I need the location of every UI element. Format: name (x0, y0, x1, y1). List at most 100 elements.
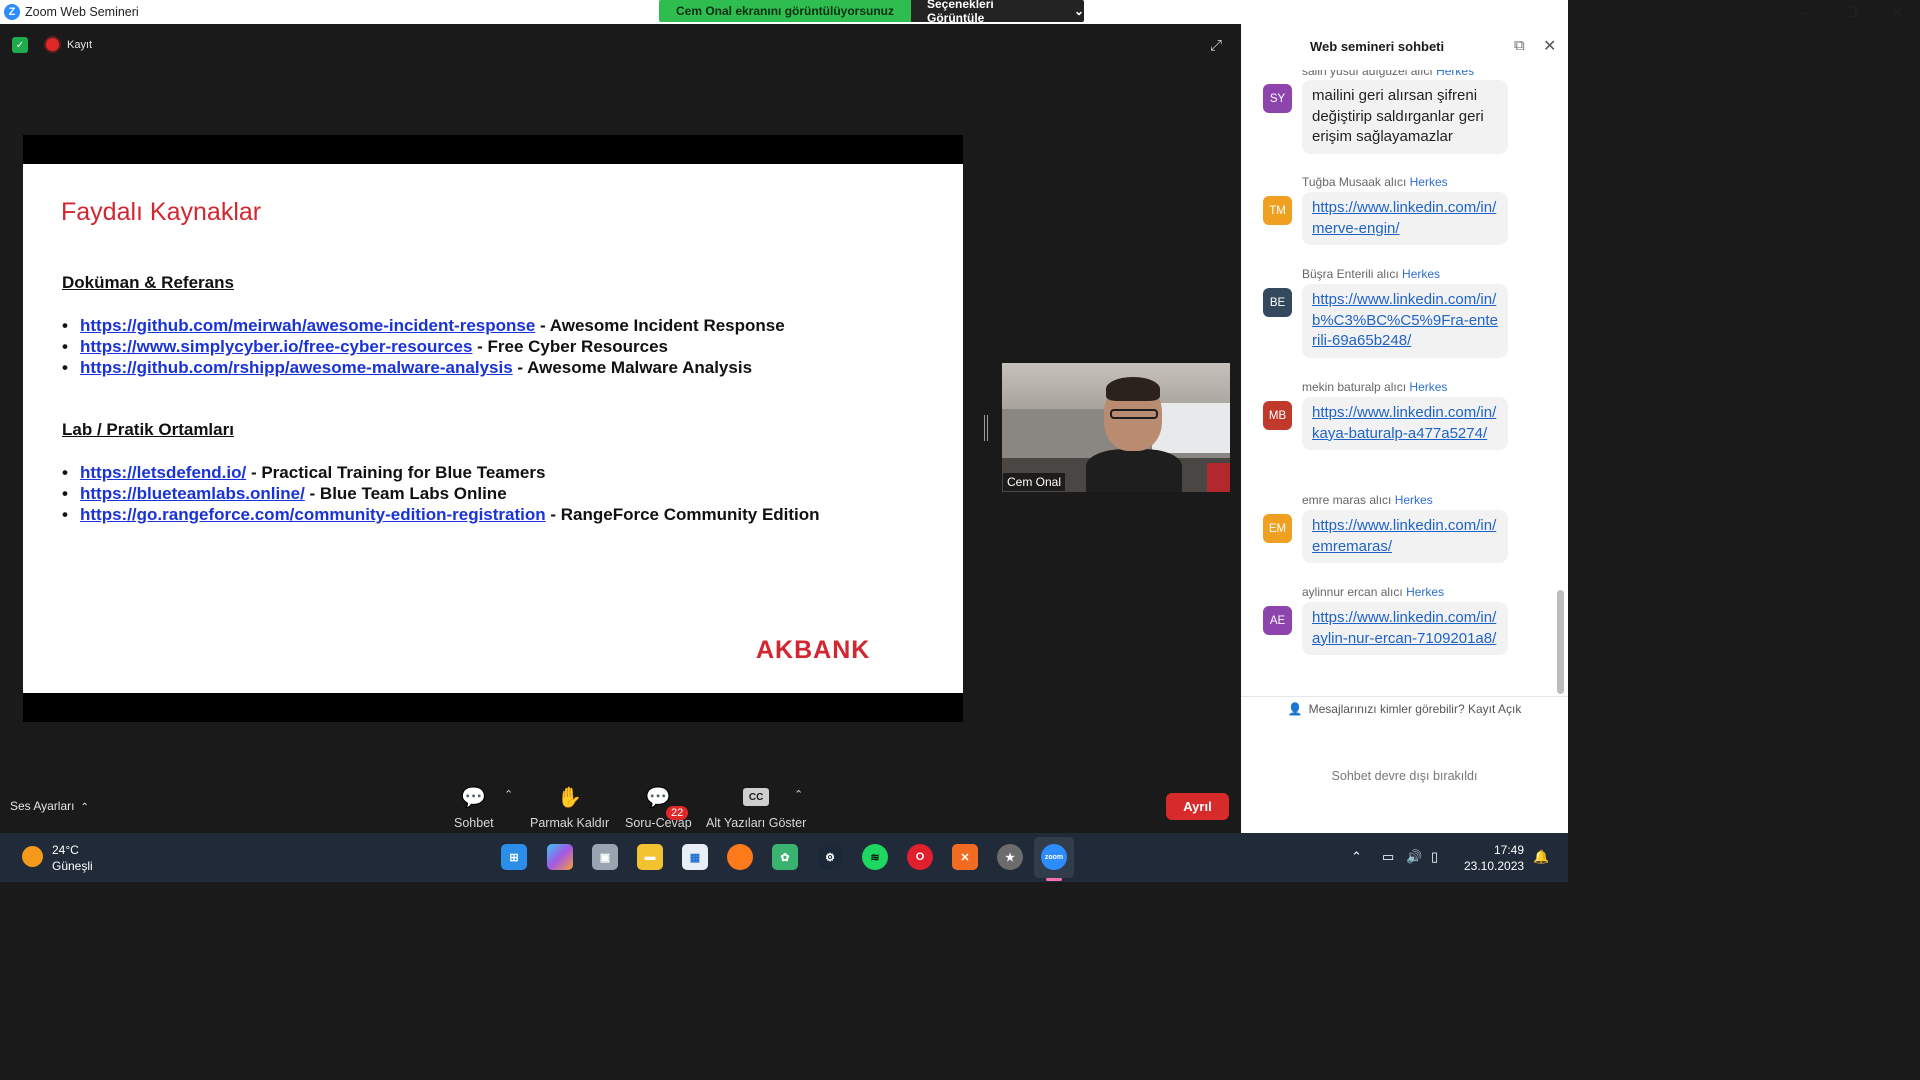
notification-bell-icon[interactable]: 🔔 (1533, 849, 1549, 865)
view-options-button[interactable]: Seçenekleri Görüntüle ⌄ (911, 0, 1084, 25)
file-explorer-icon[interactable]: ▬ (637, 844, 663, 870)
sender-name: Tuğba Musaak alıcı (1302, 175, 1407, 189)
section-heading: Doküman & Referans (62, 273, 234, 292)
message-sender: Büşra Enterili alıcı Herkes (1302, 267, 1440, 281)
resource-description: - Blue Team Labs Online (304, 484, 507, 503)
maximize-button[interactable]: ❐ (1828, 0, 1874, 24)
record-dot-icon (46, 38, 59, 51)
presentation-slide: Faydalı Kaynaklar Doküman & Referans • ht… (23, 164, 963, 693)
xampp-icon[interactable]: ✕ (952, 844, 978, 870)
screen-share-banner: Cem Onal ekranını görüntülüyorsunuz Seçe… (659, 0, 1084, 25)
audio-settings-button[interactable]: Ses Ayarları ⌃ (10, 799, 89, 813)
minimize-button[interactable]: – (1782, 0, 1828, 24)
avatar: MB (1263, 401, 1292, 430)
clock-date: 23.10.2023 (1464, 859, 1525, 873)
windows-start-icon[interactable]: ⊞ (501, 844, 527, 870)
chat-header: Web semineri sohbeti ⧉ ✕ (1241, 24, 1568, 70)
recording-indicator[interactable]: Kayıt (46, 38, 92, 51)
chat-bubble-icon: 💬 (461, 786, 487, 809)
microsoft-store-icon[interactable]: ▦ (682, 844, 708, 870)
chat-title: Web semineri sohbeti (1310, 39, 1445, 54)
copilot-icon[interactable] (547, 844, 573, 870)
message-link[interactable]: https://www.linkedin.com/in/kaya-batural… (1302, 397, 1508, 450)
chat-disabled-notice: Sohbet devre dışı bırakıldı (1331, 769, 1478, 783)
popout-icon[interactable]: ⧉ (1514, 37, 1525, 54)
chat-messages: salih yusuf adıgüzel alıcı Herkes SY mai… (1241, 70, 1568, 694)
close-chat-icon[interactable]: ✕ (1543, 36, 1556, 56)
captions-label: Alt Yazıları Göster (706, 816, 807, 830)
video-background (1207, 463, 1230, 492)
list-item: • https://www.simplycyber.io/free-cyber-r… (62, 337, 668, 356)
firefox-icon[interactable] (727, 844, 753, 870)
window-controls: – ❐ ✕ (1782, 0, 1920, 24)
message-link[interactable]: https://www.linkedin.com/in/aylin-nur-er… (1302, 602, 1508, 655)
participant-video[interactable]: Cem Onal (1002, 363, 1230, 492)
weather-condition: Güneşli (52, 859, 93, 873)
captions-icon-wrap: CC (743, 784, 770, 810)
resource-link[interactable]: https://github.com/rshipp/awesome-malwar… (80, 358, 513, 377)
message-sender: aylinnur ercan alıcı Herkes (1302, 585, 1444, 599)
avatar: SY (1263, 84, 1292, 113)
resource-link[interactable]: https://www.simplycyber.io/free-cyber-re… (80, 337, 472, 356)
security-shield-icon[interactable]: ✓ (12, 37, 28, 53)
leave-button[interactable]: Ayrıl (1166, 793, 1229, 820)
recipient: Herkes (1394, 493, 1433, 507)
close-button[interactable]: ✕ (1874, 0, 1920, 24)
captions-button[interactable]: CC Alt Yazıları Göster (706, 784, 806, 830)
raise-hand-label: Parmak Kaldır (530, 816, 610, 830)
sender-name: mekin baturalp alıcı (1302, 380, 1407, 394)
photos-icon[interactable]: ✿ (772, 844, 798, 870)
captions-options-caret-icon[interactable]: ⌃ (794, 788, 803, 801)
participant-figure (1110, 409, 1158, 419)
message-link[interactable]: https://www.linkedin.com/in/merve-engin/ (1302, 192, 1508, 245)
chevron-up-icon[interactable]: ⌃ (1351, 849, 1362, 865)
zoom-taskbar-icon[interactable]: zoom (1041, 844, 1067, 870)
resource-link[interactable]: https://letsdefend.io/ (80, 463, 246, 482)
system-clock[interactable]: 17:49 23.10.2023 (1464, 842, 1524, 874)
recipient: Herkes (1436, 70, 1475, 78)
volume-icon[interactable]: 🔊 (1406, 849, 1422, 865)
sun-icon[interactable] (22, 846, 43, 867)
resource-link[interactable]: https://github.com/meirwah/awesome-incid… (80, 316, 535, 335)
participant-name: Cem Onal (1003, 473, 1066, 491)
message-link[interactable]: https://www.linkedin.com/in/emremaras/ (1302, 510, 1508, 563)
window-title: Zoom Web Semineri (25, 5, 139, 19)
slide-title: Faydalı Kaynaklar (61, 198, 262, 226)
message-sender: salih yusuf adıgüzel alıcı Herkes (1302, 70, 1474, 78)
akbank-logo: AKBANK (756, 636, 871, 664)
chevron-down-icon: ⌄ (1073, 4, 1084, 18)
clock-time: 17:49 (1493, 843, 1524, 857)
spotify-icon[interactable]: ≋ (862, 844, 888, 870)
resize-handle[interactable] (984, 415, 988, 441)
qa-count-badge: 22 (666, 806, 689, 820)
captions-icon: CC (743, 788, 770, 806)
resource-list: • https://github.com/meirwah/awesome-inci… (62, 315, 785, 378)
raise-hand-button[interactable]: ✋ Parmak Kaldır (530, 784, 610, 831)
windows-taskbar: 24°C Güneşli ⊞ ▣ ▬ ▦ ✿ ⚙ ≋ O ✕ ★ zoom ⌃ … (0, 833, 1568, 882)
recording-label: Kayıt (67, 38, 93, 51)
message-link[interactable]: https://www.linkedin.com/in/b%C3%BC%C5%9… (1302, 284, 1508, 358)
privacy-text: Mesajlarınızı kimler görebilir? Kayıt Aç… (1308, 701, 1522, 716)
message-sender: emre maras alıcı Herkes (1302, 493, 1433, 507)
task-view-icon[interactable]: ▣ (592, 844, 618, 870)
battery-icon[interactable]: ▯ (1431, 849, 1438, 865)
fullscreen-icon[interactable]: ⤢ (1210, 37, 1222, 54)
sender-name: Büşra Enterili alıcı (1302, 267, 1399, 281)
chat-button[interactable]: 💬 Sohbet (454, 784, 494, 831)
weather-widget[interactable]: 24°C Güneşli (52, 842, 93, 874)
caret-up-icon: ⌃ (80, 802, 89, 813)
opera-icon[interactable]: O (907, 844, 933, 870)
recipient: Herkes (1409, 380, 1448, 394)
steam-icon[interactable]: ⚙ (817, 844, 843, 870)
app-icon[interactable]: ★ (997, 844, 1023, 870)
chat-privacy-notice[interactable]: 👤 Mesajlarınızı kimler görebilir? Kayıt … (1241, 696, 1568, 720)
network-icon[interactable]: ▭ (1382, 849, 1394, 865)
chat-scrollbar[interactable] (1557, 590, 1564, 694)
resource-description: - Awesome Incident Response (535, 316, 785, 335)
resource-link[interactable]: https://go.rangeforce.com/community-edit… (80, 505, 546, 524)
recipient: Herkes (1402, 267, 1441, 281)
chat-options-caret-icon[interactable]: ⌃ (504, 788, 513, 801)
resource-link[interactable]: https://blueteamlabs.online/ (80, 484, 305, 503)
list-item: • https://github.com/rshipp/awesome-malwa… (62, 358, 753, 377)
recipient: Herkes (1406, 585, 1445, 599)
